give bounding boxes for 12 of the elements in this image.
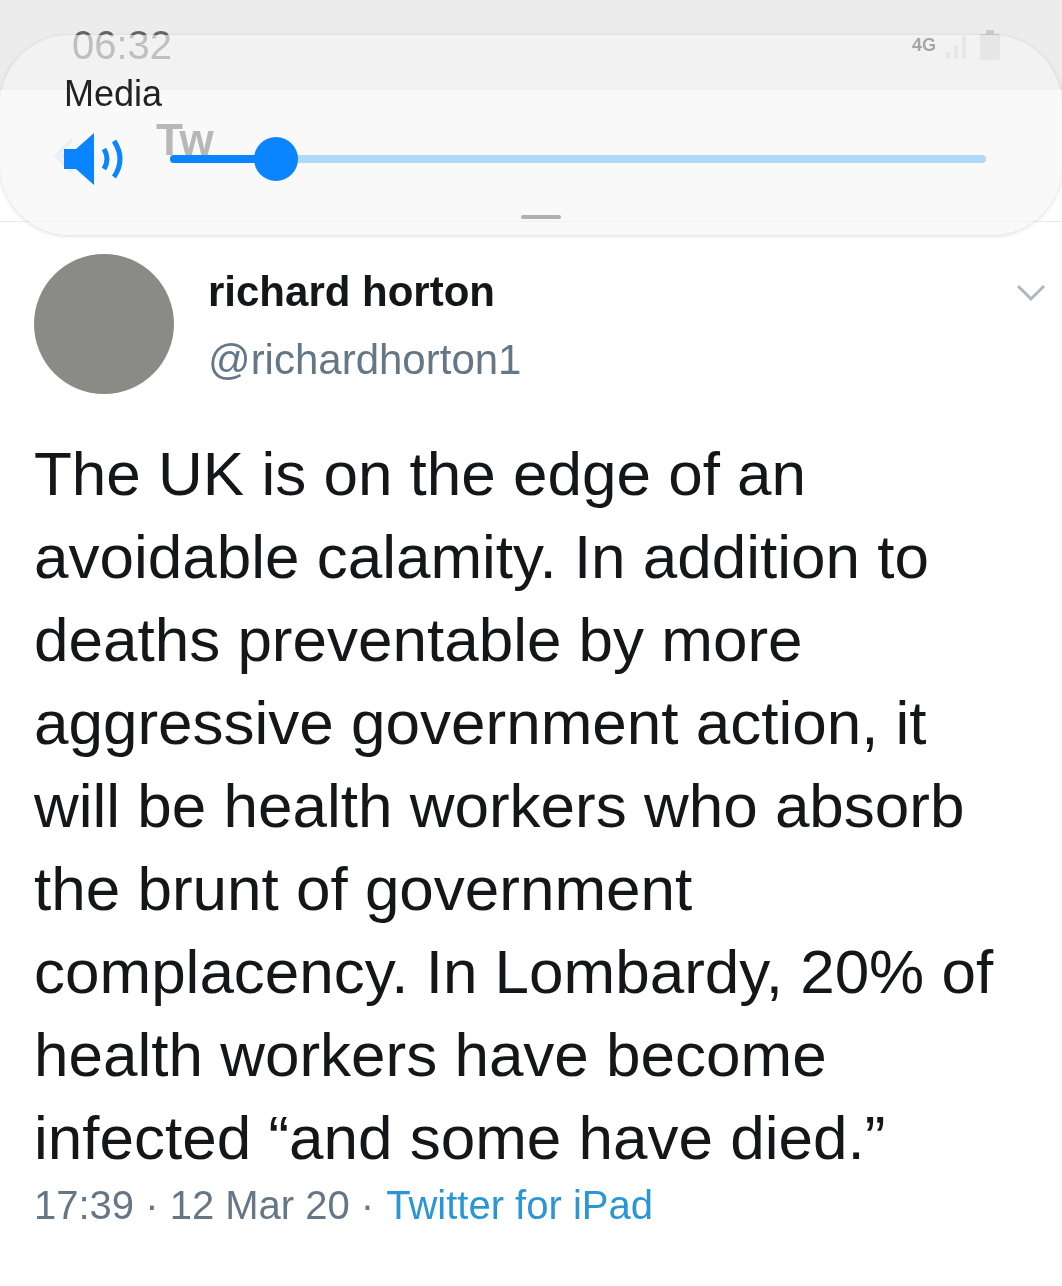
tweet-text: The UK is on the edge of an avoidable calamity. In addition to deaths preventable by more aggressive government action, it will be health workers who absorb the brunt of government complacency. In Lombardy, 20% of health workers have become infected “and some have died.” xyxy=(34,438,994,1174)
author-handle: @richardhorton1 xyxy=(208,336,522,384)
chevron-down-icon[interactable] xyxy=(1016,284,1046,302)
tweet-timestamp: 17:39 · 12 Mar 20 · xyxy=(34,1183,375,1228)
status-time: 06:32 xyxy=(72,22,173,68)
author-name: richard horton xyxy=(208,268,496,316)
header-title: Tw xyxy=(156,114,214,165)
drag-handle[interactable] xyxy=(521,215,561,219)
battery-icon xyxy=(980,30,1000,60)
panel-title: Media xyxy=(64,73,164,115)
network-label: 4G xyxy=(912,34,936,56)
source-link[interactable]: Twitter for iPad xyxy=(386,1183,653,1228)
